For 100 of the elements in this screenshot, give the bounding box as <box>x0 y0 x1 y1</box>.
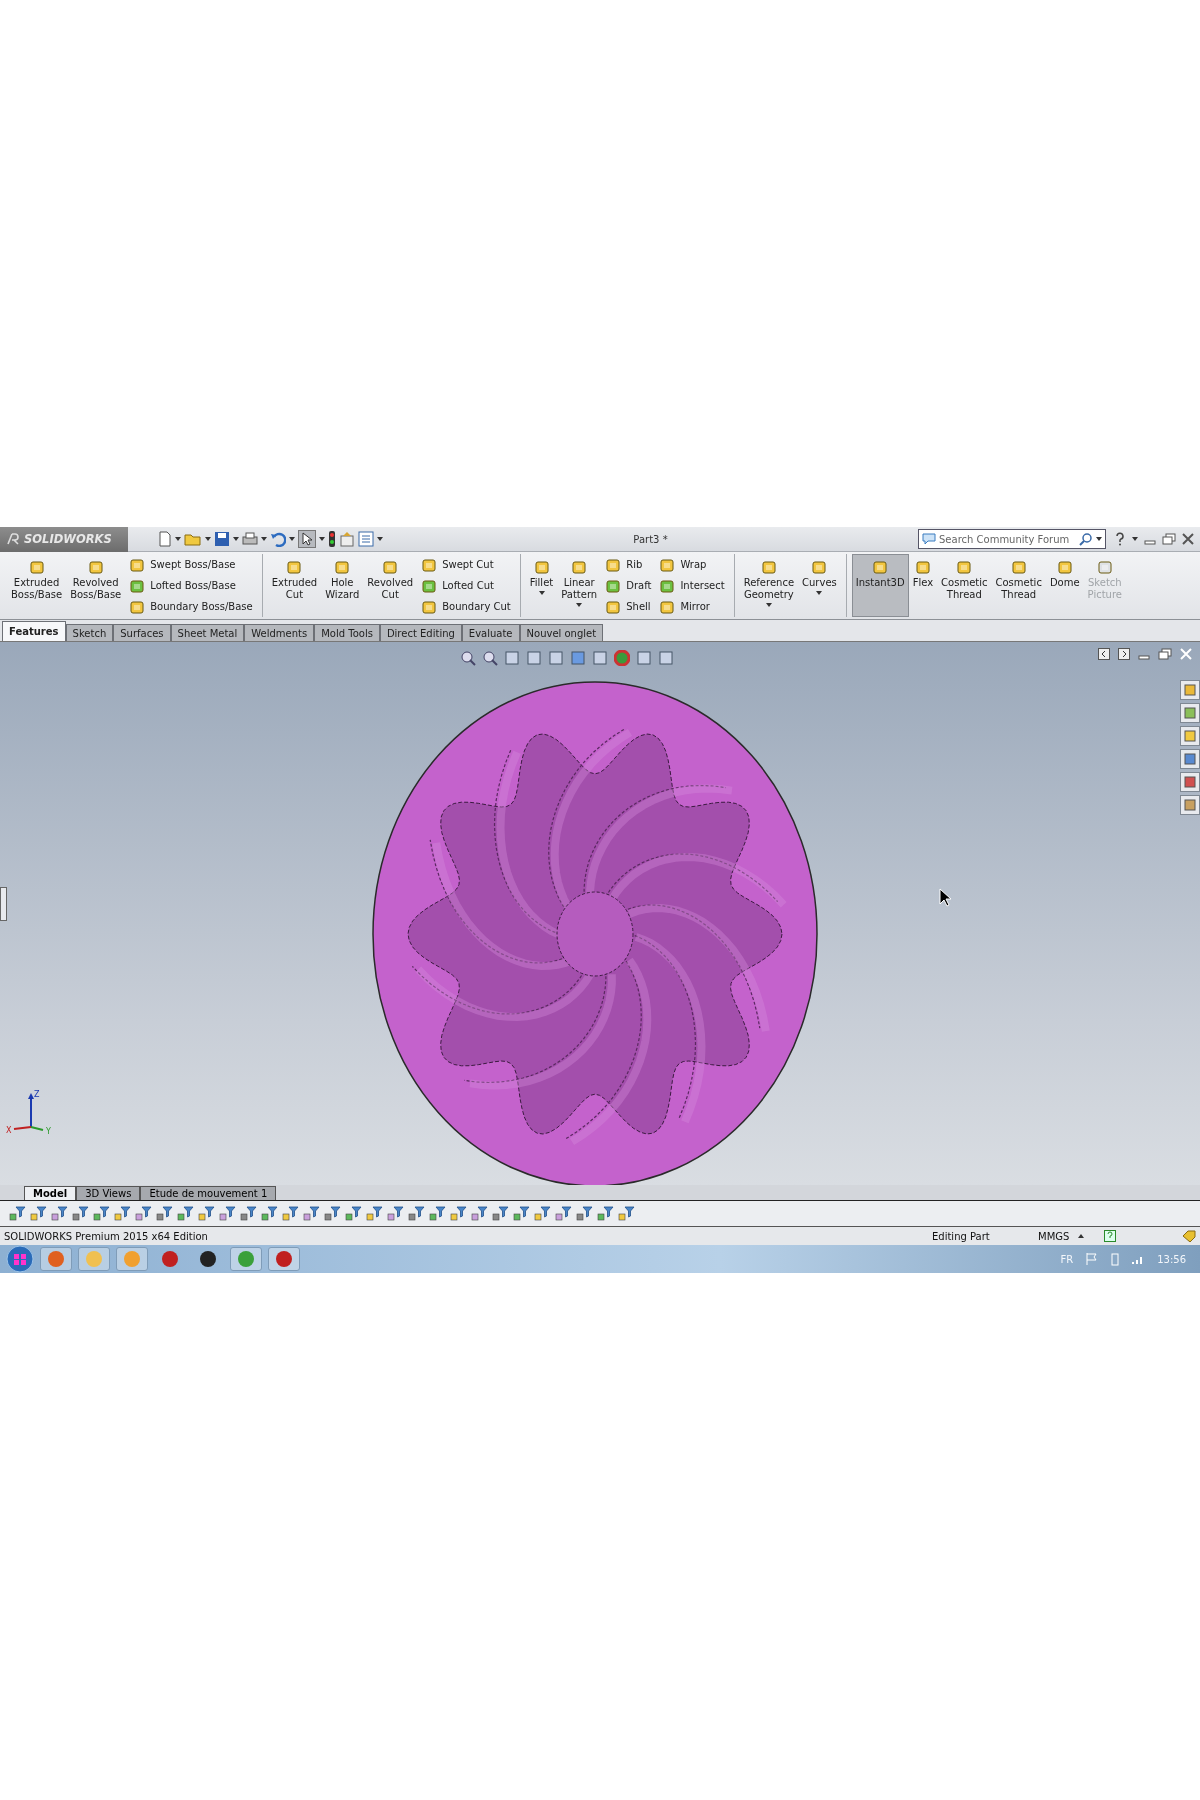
ribbon-tab[interactable]: Surfaces <box>113 624 171 641</box>
tile-left-icon[interactable] <box>1098 648 1110 660</box>
command-button[interactable]: Cosmetic Thread <box>991 554 1046 617</box>
caret-icon[interactable] <box>538 591 545 595</box>
selection-filter-icon[interactable] <box>260 1204 278 1223</box>
command-button[interactable]: Curves <box>798 554 841 617</box>
selection-filter-icon[interactable] <box>407 1204 425 1223</box>
selection-filter-icon[interactable] <box>92 1204 110 1223</box>
task-pane-button[interactable] <box>1180 726 1200 746</box>
zoom-area-icon[interactable] <box>482 650 498 666</box>
task-pane-button[interactable] <box>1180 795 1200 815</box>
traffic-light-icon[interactable] <box>328 531 336 547</box>
selection-filter-icon[interactable] <box>491 1204 509 1223</box>
task-pane-button[interactable] <box>1180 680 1200 700</box>
caret-up-icon[interactable] <box>1078 1234 1084 1238</box>
command-button[interactable]: Extruded Cut <box>267 554 322 617</box>
search-field[interactable]: Search Community Forum <box>918 529 1106 549</box>
close-icon[interactable] <box>1182 533 1194 545</box>
command-button[interactable]: Extruded Boss/Base <box>7 554 67 617</box>
bottom-tab[interactable]: 3D Views <box>76 1186 141 1200</box>
command-button[interactable]: Swept Cut <box>421 556 511 573</box>
selection-filter-icon[interactable] <box>239 1204 257 1223</box>
tag-icon[interactable] <box>1182 1230 1196 1242</box>
caret-icon[interactable] <box>1132 537 1138 541</box>
ribbon-tab[interactable]: Features <box>2 621 66 641</box>
selection-filter-icon[interactable] <box>71 1204 89 1223</box>
command-button[interactable]: Boundary Cut <box>421 598 511 615</box>
command-button[interactable]: Wrap <box>659 556 725 573</box>
caret-icon[interactable] <box>175 537 181 541</box>
command-button[interactable]: Fillet <box>525 554 558 617</box>
task-pane-button[interactable] <box>1180 772 1200 792</box>
caret-icon[interactable] <box>233 537 239 541</box>
selection-filter-icon[interactable] <box>302 1204 320 1223</box>
caret-icon[interactable] <box>576 603 583 607</box>
selection-filter-icon[interactable] <box>197 1204 215 1223</box>
command-button[interactable]: Cosmetic Thread <box>937 554 992 617</box>
command-button[interactable]: Lofted Cut <box>421 577 511 594</box>
caret-icon[interactable] <box>765 603 772 607</box>
command-button[interactable]: Flex <box>908 554 938 617</box>
command-button[interactable]: Mirror <box>659 598 725 615</box>
caret-icon[interactable] <box>261 537 267 541</box>
command-button[interactable]: Reference Geometry <box>739 554 799 617</box>
task-pane-button[interactable] <box>1180 749 1200 769</box>
command-button[interactable]: Lofted Boss/Base <box>129 577 253 594</box>
command-button[interactable]: Instant3D <box>851 554 909 617</box>
restore-icon[interactable] <box>1158 648 1172 660</box>
selection-filter-icon[interactable] <box>8 1204 26 1223</box>
caret-icon[interactable] <box>319 537 325 541</box>
command-button[interactable]: Boundary Boss/Base <box>129 598 253 615</box>
selection-filter-icon[interactable] <box>575 1204 593 1223</box>
command-button[interactable]: Swept Boss/Base <box>129 556 253 573</box>
command-button[interactable]: Linear Pattern <box>557 554 602 617</box>
command-button[interactable]: Rib <box>605 556 652 573</box>
selection-filter-icon[interactable] <box>155 1204 173 1223</box>
caret-icon[interactable] <box>289 537 295 541</box>
ribbon-tab[interactable]: Mold Tools <box>314 624 380 641</box>
ribbon-tab[interactable]: Sketch <box>65 624 114 641</box>
selection-filter-icon[interactable] <box>533 1204 551 1223</box>
selection-filter-icon[interactable] <box>218 1204 236 1223</box>
caret-icon[interactable] <box>377 537 383 541</box>
caret-icon[interactable] <box>1096 537 1102 541</box>
undo-icon[interactable] <box>270 531 286 547</box>
caret-icon[interactable] <box>816 591 823 595</box>
command-button[interactable]: Revolved Boss/Base <box>66 554 126 617</box>
ribbon-tab[interactable]: Direct Editing <box>379 624 462 641</box>
selection-filter-icon[interactable] <box>449 1204 467 1223</box>
bottom-tab[interactable]: Model <box>24 1186 77 1200</box>
caret-icon[interactable] <box>205 537 211 541</box>
selection-filter-icon[interactable] <box>470 1204 488 1223</box>
command-button[interactable]: Shell <box>605 598 652 615</box>
panel-expand-handle[interactable] <box>0 887 7 921</box>
selection-filter-icon[interactable] <box>365 1204 383 1223</box>
selection-filter-icon[interactable] <box>113 1204 131 1223</box>
selection-filter-icon[interactable] <box>323 1204 341 1223</box>
ribbon-tab[interactable]: Evaluate <box>461 624 520 641</box>
bottom-tab[interactable]: Etude de mouvement 1 <box>140 1186 277 1200</box>
selection-filter-icon[interactable] <box>50 1204 68 1223</box>
print-icon[interactable] <box>242 531 258 547</box>
tile-right-icon[interactable] <box>1118 648 1130 660</box>
help-icon[interactable] <box>1114 532 1126 546</box>
selection-filter-icon[interactable] <box>134 1204 152 1223</box>
command-button[interactable]: Dome <box>1045 554 1084 617</box>
command-button[interactable]: Revolved Cut <box>363 554 418 617</box>
start-button-icon[interactable] <box>6 1245 34 1273</box>
ribbon-tab[interactable]: Sheet Metal <box>170 624 245 641</box>
checklist-icon[interactable] <box>358 531 374 547</box>
command-button[interactable]: Hole Wizard <box>321 554 364 617</box>
command-button[interactable]: Draft <box>605 577 652 594</box>
selection-filter-icon[interactable] <box>512 1204 530 1223</box>
selection-filter-icon[interactable] <box>386 1204 404 1223</box>
search-icon[interactable] <box>1079 532 1093 546</box>
taskbar-button[interactable] <box>268 1247 300 1271</box>
selection-filter-icon[interactable] <box>344 1204 362 1223</box>
selection-filter-icon[interactable] <box>554 1204 572 1223</box>
selection-filter-icon[interactable] <box>428 1204 446 1223</box>
selection-filter-icon[interactable] <box>281 1204 299 1223</box>
new-document-icon[interactable] <box>158 531 172 547</box>
ribbon-tab[interactable]: Nouvel onglet <box>519 624 604 641</box>
save-icon[interactable] <box>214 531 230 547</box>
command-button[interactable]: Intersect <box>659 577 725 594</box>
